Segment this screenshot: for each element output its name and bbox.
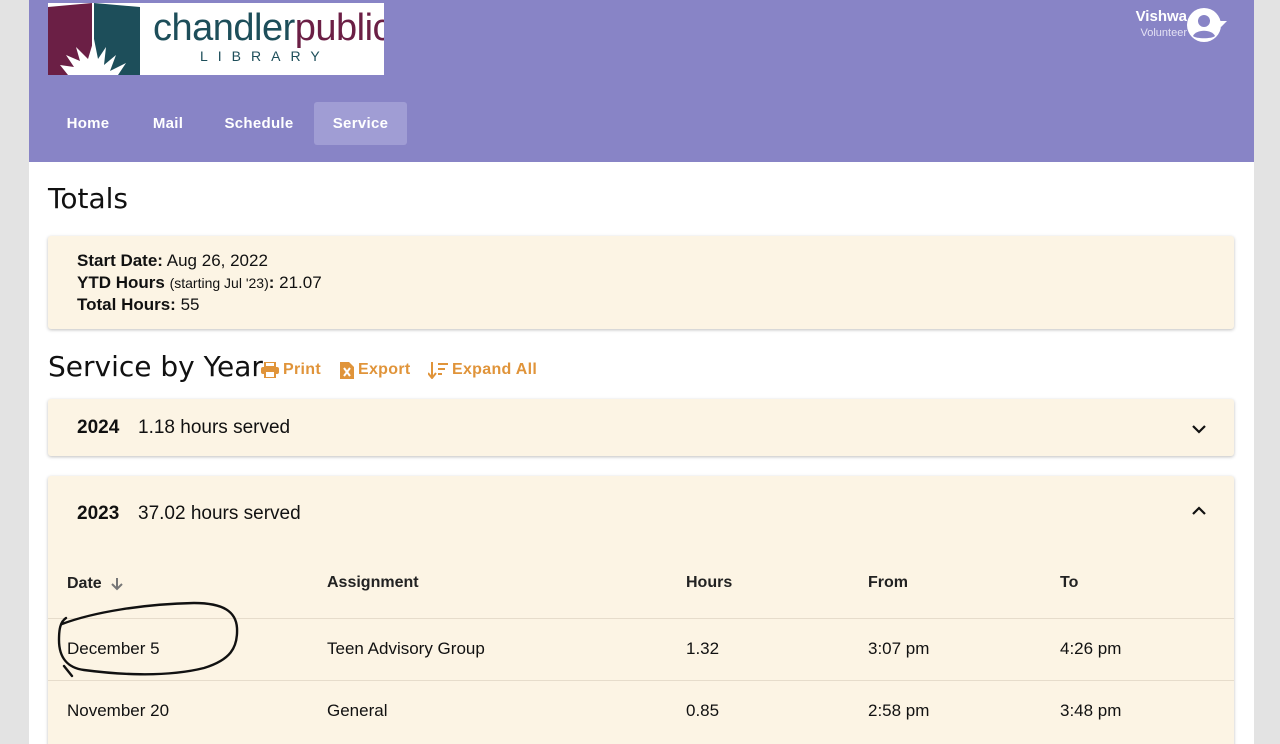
cell-to: 4:26 pm [1060, 639, 1122, 658]
cell-date: November 20 [67, 701, 170, 720]
expand-all-label: Expand All [452, 361, 538, 378]
chevron-down-icon[interactable] [1191, 423, 1207, 435]
cell-from: 2:58 pm [868, 701, 930, 720]
table-row[interactable]: November 20 General 0.85 2:58 pm 3:48 pm [48, 680, 1234, 743]
total-hours-value: 55 [180, 295, 200, 314]
year-hours-served: 37.02 hours served [138, 503, 301, 524]
nav-mail[interactable]: Mail [133, 102, 203, 145]
year-label: 2024 [77, 417, 120, 438]
export-button[interactable]: Export [340, 360, 412, 380]
ytd-hours-note: (starting Jul '23) [169, 275, 269, 291]
column-header-date[interactable]: Date [67, 574, 123, 593]
nav-home[interactable]: Home [48, 102, 128, 145]
total-hours-line: Total Hours: 55 [77, 295, 200, 315]
chevron-up-icon[interactable] [1191, 505, 1207, 517]
logo-name-part1: chandler [153, 7, 295, 49]
cell-to: 3:48 pm [1060, 701, 1122, 720]
print-button[interactable]: Print [261, 360, 325, 380]
ytd-hours-colon: : [268, 273, 275, 292]
totals-heading: Totals [48, 182, 128, 215]
caret-down-icon[interactable] [1215, 20, 1227, 28]
start-date-value: Aug 26, 2022 [166, 251, 268, 270]
user-menu[interactable]: Vishwa Volunteer [1107, 7, 1237, 47]
column-header-date-label: Date [67, 575, 102, 592]
year-hours-served: 1.18 hours served [138, 417, 291, 438]
logo-subtitle: LIBRARY [200, 48, 330, 64]
cell-from: 3:07 pm [868, 639, 930, 658]
sort-expand-icon [428, 362, 448, 379]
cell-assignment: General [327, 701, 388, 720]
nav-service[interactable]: Service [314, 102, 407, 145]
user-name: Vishwa [1135, 8, 1187, 25]
column-header-hours[interactable]: Hours [686, 574, 732, 592]
column-header-from[interactable]: From [868, 574, 908, 592]
year-label: 2023 [77, 503, 120, 524]
library-logo[interactable]: chandlerpublic LIBRARY [48, 3, 384, 75]
start-date-label: Start Date: [77, 251, 163, 270]
logo-name-part2: public [294, 7, 384, 49]
service-by-year-heading: Service by Year [48, 350, 263, 383]
year-panel-2024[interactable]: 2024 1.18 hours served [48, 399, 1234, 456]
cell-assignment: Teen Advisory Group [327, 639, 485, 658]
start-date-line: Start Date: Aug 26, 2022 [77, 251, 268, 271]
logo-mark-icon [48, 3, 140, 75]
cell-hours: 1.32 [686, 639, 720, 658]
ytd-hours-value: 21.07 [279, 273, 322, 292]
total-hours-label: Total Hours: [77, 295, 176, 314]
print-label: Print [283, 361, 321, 378]
header: chandlerpublic LIBRARY Vishwa Volunteer … [29, 0, 1254, 162]
sort-arrow-down-icon [111, 578, 123, 591]
ytd-hours-line: YTD Hours (starting Jul '23): 21.07 [77, 273, 322, 293]
column-header-assignment[interactable]: Assignment [327, 574, 419, 592]
logo-name: chandlerpublic [153, 6, 384, 50]
totals-card: Start Date: Aug 26, 2022 YTD Hours (star… [48, 236, 1234, 329]
cell-hours: 0.85 [686, 701, 720, 720]
column-header-to[interactable]: To [1060, 574, 1078, 592]
user-role: Volunteer [1140, 27, 1187, 39]
expand-all-button[interactable]: Expand All [428, 360, 540, 380]
ytd-hours-label: YTD Hours [77, 273, 165, 292]
excel-file-icon [340, 362, 354, 379]
nav-schedule[interactable]: Schedule [208, 102, 310, 145]
export-label: Export [358, 361, 411, 378]
printer-icon [261, 362, 279, 378]
hand-drawn-circle-annotation [57, 601, 239, 678]
